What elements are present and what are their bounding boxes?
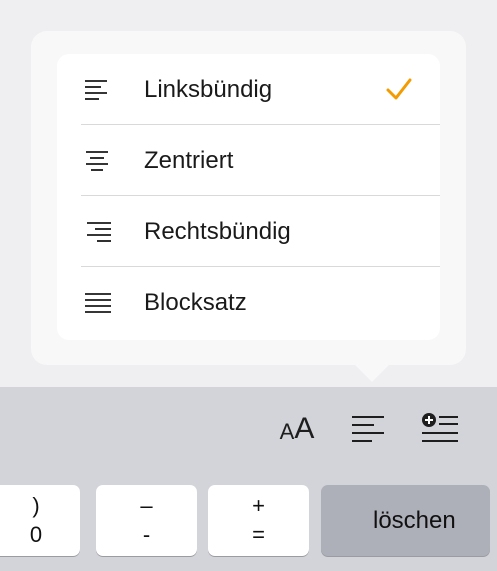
align-left-icon: [85, 80, 107, 100]
menu-item-label: Zentriert: [144, 147, 234, 174]
alignment-menu: Linksbündig Zentriert Rechtsbündig Block…: [57, 54, 440, 340]
align-center-icon: [86, 151, 108, 171]
key-secondary-char: +: [252, 493, 265, 518]
menu-item-align-left[interactable]: Linksbündig: [57, 54, 440, 125]
key-primary-char: =: [252, 522, 265, 547]
delete-key-label: löschen: [373, 507, 456, 534]
insert-list-button[interactable]: [418, 409, 462, 449]
checkmark-icon: [386, 78, 412, 100]
paragraph-alignment-button[interactable]: [348, 409, 388, 449]
keyboard: ) 0 – - + = löschen: [0, 470, 497, 571]
menu-item-align-justify[interactable]: Blocksatz: [57, 267, 440, 338]
menu-item-label: Linksbündig: [144, 76, 273, 103]
text-size-button[interactable]: AA: [272, 409, 322, 449]
text-size-small-glyph: A: [279, 419, 295, 444]
key-secondary-char: –: [140, 493, 153, 518]
popover-arrow: [352, 362, 392, 382]
text-size-large-glyph: A: [294, 412, 315, 445]
key-zero[interactable]: ) 0: [0, 485, 80, 556]
align-left-icon: [352, 416, 384, 442]
menu-item-label: Blocksatz: [144, 289, 247, 316]
menu-item-align-right[interactable]: Rechtsbündig: [57, 196, 440, 267]
menu-item-align-center[interactable]: Zentriert: [57, 125, 440, 196]
delete-key[interactable]: löschen: [321, 485, 490, 556]
key-minus[interactable]: – -: [96, 485, 197, 556]
align-justify-icon: [85, 293, 111, 313]
add-list-icon: [422, 413, 458, 442]
menu-item-label: Rechtsbündig: [144, 218, 291, 245]
format-toolbar: AA: [0, 387, 497, 470]
align-right-icon: [87, 222, 111, 242]
key-primary-char: -: [142, 522, 151, 547]
key-secondary-char: ): [32, 493, 40, 518]
key-equals[interactable]: + =: [208, 485, 309, 556]
key-primary-char: 0: [29, 522, 43, 547]
